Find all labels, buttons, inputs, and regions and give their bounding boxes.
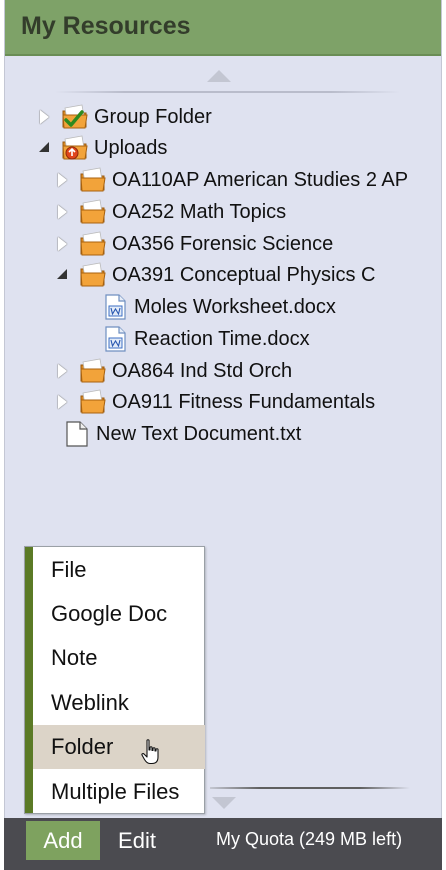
collapse-arrow-icon[interactable] <box>36 138 56 158</box>
tree-item-oa252[interactable]: OA252 Math Topics <box>54 197 286 227</box>
quota-text: My Quota (249 MB left) <box>216 829 403 849</box>
expand-arrow-icon[interactable] <box>36 107 56 127</box>
tree-item-moles-worksheet[interactable]: Moles Worksheet.docx <box>100 292 336 322</box>
tree-item-label: OA391 Conceptual Physics C <box>112 263 376 286</box>
tree-item-label: OA356 Forensic Science <box>112 232 334 255</box>
tree-item-label: New Text Document.txt <box>96 422 302 445</box>
tree-item-label: OA252 Math Topics <box>112 200 287 223</box>
page-title: My Resources <box>21 12 191 40</box>
menu-item-weblink[interactable]: Weblink <box>33 681 205 725</box>
tree-item-oa864[interactable]: OA864 Ind Std Orch <box>54 356 292 386</box>
hand-cursor-icon <box>140 738 162 766</box>
expand-arrow-icon[interactable] <box>54 392 74 412</box>
tree-item-label: Moles Worksheet.docx <box>134 295 336 318</box>
menu-item-folder[interactable]: Folder <box>33 725 205 769</box>
tree-item-label: Uploads <box>94 136 168 159</box>
menu-accent-stripe <box>25 547 33 813</box>
folder-icon <box>78 197 108 227</box>
edit-button[interactable]: Edit <box>105 821 169 860</box>
group-folder-icon <box>60 102 90 132</box>
expand-arrow-icon[interactable] <box>54 361 74 381</box>
folder-icon <box>78 260 108 290</box>
panel-header: My Resources <box>5 0 441 56</box>
tree-item-oa391[interactable]: OA391 Conceptual Physics C <box>54 260 375 290</box>
scroll-down-arrow[interactable] <box>212 797 236 809</box>
tree-item-oa911[interactable]: OA911 Fitness Fundamentals <box>54 387 375 417</box>
collapse-arrow-icon[interactable] <box>54 265 74 285</box>
menu-item-multiple-files[interactable]: Multiple Files <box>33 770 205 814</box>
folder-icon <box>78 165 108 195</box>
tree-item-uploads[interactable]: Uploads <box>36 133 167 163</box>
add-button[interactable]: Add <box>26 821 100 860</box>
tree-item-label: OA864 Ind Std Orch <box>112 359 293 382</box>
tree-item-reaction-time[interactable]: Reaction Time.docx <box>100 324 310 354</box>
tree-item-new-text-document[interactable]: New Text Document.txt <box>62 419 301 449</box>
expand-arrow-icon[interactable] <box>54 170 74 190</box>
tree-item-group-folder[interactable]: Group Folder <box>36 102 212 132</box>
tree-item-label: OA911 Fitness Fundamentals <box>112 390 376 413</box>
scroll-up-arrow[interactable] <box>207 70 231 82</box>
tree-item-label: OA110AP American Studies 2 AP <box>112 168 409 191</box>
menu-item-google-doc[interactable]: Google Doc <box>33 592 205 636</box>
expand-arrow-icon[interactable] <box>54 234 74 254</box>
folder-icon <box>78 229 108 259</box>
uploads-folder-icon <box>60 133 90 163</box>
word-doc-icon <box>100 292 130 322</box>
menu-item-file[interactable]: File <box>33 548 205 592</box>
text-file-icon <box>62 419 92 449</box>
expand-arrow-icon[interactable] <box>54 202 74 222</box>
divider <box>210 787 410 789</box>
menu-item-note[interactable]: Note <box>33 636 205 680</box>
divider <box>55 91 400 93</box>
add-menu: File Google Doc Note Weblink Folder Mult… <box>24 546 205 814</box>
folder-icon <box>78 356 108 386</box>
tree-item-label: Reaction Time.docx <box>134 327 310 350</box>
tree-item-oa356[interactable]: OA356 Forensic Science <box>54 229 333 259</box>
word-doc-icon <box>100 324 130 354</box>
tree-item-oa110ap[interactable]: OA110AP American Studies 2 AP <box>54 165 408 195</box>
folder-icon <box>78 387 108 417</box>
tree-item-label: Group Folder <box>94 105 212 128</box>
